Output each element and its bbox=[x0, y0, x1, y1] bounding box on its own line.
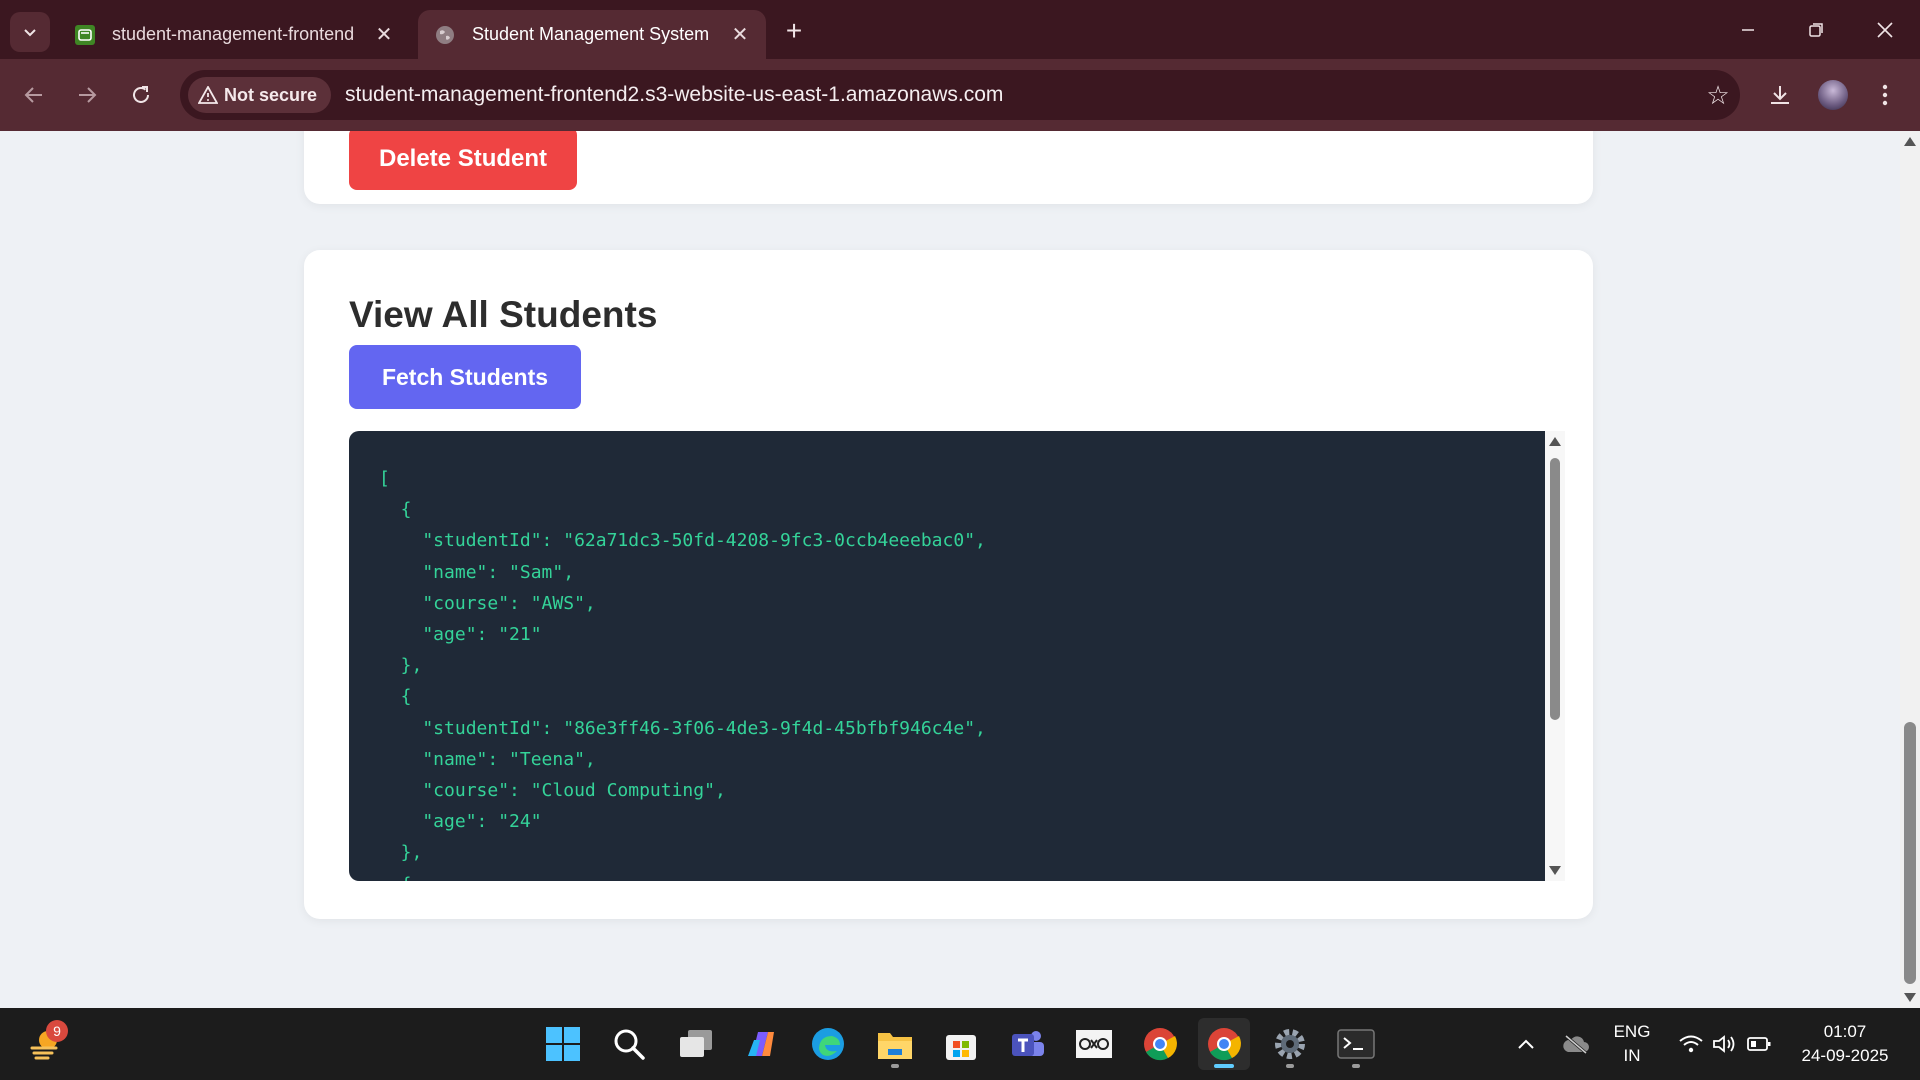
profile-button[interactable] bbox=[1813, 75, 1853, 115]
json-output-panel[interactable]: [ { "studentId": "62a71dc3-50fd-4208-9fc… bbox=[349, 431, 1545, 881]
security-indicator[interactable]: Not secure bbox=[188, 77, 332, 113]
restore-icon bbox=[1809, 23, 1823, 37]
downloads-button[interactable] bbox=[1760, 75, 1800, 115]
reload-icon bbox=[133, 86, 149, 103]
chrome-active-button[interactable] bbox=[1198, 1018, 1250, 1070]
security-label: Not secure bbox=[224, 84, 318, 105]
arrow-right-icon bbox=[79, 87, 97, 103]
chrome-icon bbox=[1208, 1028, 1241, 1061]
address-bar[interactable]: Not secure student-management-frontend2.… bbox=[180, 70, 1740, 120]
browser-tab-strip: student-management-frontend ✕ Student Ma… bbox=[0, 0, 1920, 59]
terminal-button[interactable] bbox=[1330, 1018, 1382, 1070]
chrome-icon bbox=[1144, 1028, 1177, 1061]
browser-toolbar: Not secure student-management-frontend2.… bbox=[0, 59, 1920, 131]
view-students-card: View All Students Fetch Students [ { "st… bbox=[304, 250, 1593, 919]
chevron-up-icon bbox=[1518, 1039, 1534, 1049]
close-icon bbox=[1877, 22, 1893, 38]
tab-search-button[interactable] bbox=[10, 12, 50, 52]
windows-logo-icon bbox=[546, 1027, 580, 1061]
url-text[interactable]: student-management-frontend2.s3-website-… bbox=[345, 83, 1696, 107]
back-button[interactable] bbox=[14, 75, 54, 115]
aws-s3-favicon-icon bbox=[75, 24, 95, 45]
copilot-button[interactable] bbox=[736, 1018, 788, 1070]
task-view-button[interactable] bbox=[670, 1018, 722, 1070]
clock-time: 01:07 bbox=[1823, 1022, 1867, 1041]
running-indicator bbox=[1352, 1064, 1360, 1068]
delete-student-card: Delete Student bbox=[304, 131, 1593, 204]
running-indicator bbox=[891, 1064, 899, 1068]
terminal-icon bbox=[1337, 1029, 1375, 1059]
region-code: IN bbox=[1623, 1046, 1641, 1065]
folder-icon bbox=[878, 1033, 912, 1059]
volume-icon bbox=[1713, 1035, 1735, 1053]
minimize-icon bbox=[1742, 29, 1754, 31]
arrow-left-icon bbox=[24, 87, 42, 103]
copilot-icon bbox=[748, 1032, 774, 1056]
onedrive-button[interactable] bbox=[1555, 1008, 1597, 1080]
clock[interactable]: 01:07 24-09-2025 bbox=[1790, 1008, 1900, 1080]
start-button[interactable] bbox=[537, 1018, 589, 1070]
microsoft-store-button[interactable] bbox=[935, 1018, 987, 1070]
scroll-up-arrow-icon[interactable] bbox=[1904, 137, 1916, 146]
tab-title: Student Management System bbox=[472, 24, 710, 44]
close-icon[interactable]: ✕ bbox=[730, 22, 750, 47]
running-indicator bbox=[1214, 1064, 1234, 1068]
page-viewport: Delete Student View All Students Fetch S… bbox=[0, 131, 1900, 1008]
page-scrollbar[interactable] bbox=[1900, 131, 1920, 1008]
edge-button[interactable] bbox=[802, 1018, 854, 1070]
gear-icon bbox=[1275, 1029, 1305, 1059]
chrome-button[interactable] bbox=[1134, 1018, 1186, 1070]
app-logo-icon bbox=[1076, 1030, 1112, 1058]
running-indicator bbox=[1286, 1064, 1294, 1068]
delete-student-button[interactable]: Delete Student bbox=[349, 131, 577, 190]
warning-icon bbox=[198, 86, 218, 104]
file-explorer-button[interactable] bbox=[869, 1018, 921, 1070]
chevron-down-icon bbox=[24, 29, 36, 37]
scrollbar-thumb[interactable] bbox=[1550, 458, 1560, 720]
download-icon bbox=[1771, 86, 1789, 104]
fetch-students-button[interactable]: Fetch Students bbox=[349, 345, 581, 409]
scroll-down-arrow-icon[interactable] bbox=[1904, 993, 1916, 1002]
language-code: ENG bbox=[1613, 1022, 1651, 1041]
restore-button[interactable] bbox=[1786, 10, 1846, 50]
tab-student-management-system[interactable]: Student Management System ✕ bbox=[418, 10, 766, 59]
edge-icon bbox=[812, 1028, 844, 1060]
tab-title: student-management-frontend bbox=[112, 24, 355, 44]
scroll-down-arrow-icon[interactable] bbox=[1549, 866, 1561, 875]
settings-button[interactable] bbox=[1264, 1018, 1316, 1070]
avatar bbox=[1818, 80, 1848, 110]
minimize-button[interactable] bbox=[1718, 10, 1778, 50]
notification-badge: 9 bbox=[46, 1020, 68, 1042]
browser-menu-button[interactable] bbox=[1867, 75, 1903, 115]
output-scrollbar[interactable] bbox=[1545, 431, 1565, 881]
globe-icon bbox=[436, 25, 454, 44]
reload-button[interactable] bbox=[121, 75, 161, 115]
language-indicator[interactable]: ENG IN bbox=[1604, 1008, 1660, 1080]
teams-button[interactable] bbox=[1001, 1018, 1053, 1070]
bookmark-star-icon[interactable]: ☆ bbox=[1696, 80, 1740, 111]
window-close-button[interactable] bbox=[1855, 10, 1915, 50]
show-hidden-icons-button[interactable] bbox=[1508, 1008, 1544, 1080]
scroll-up-arrow-icon[interactable] bbox=[1549, 437, 1561, 446]
quick-settings-button[interactable] bbox=[1670, 1008, 1780, 1080]
task-view-icon bbox=[680, 1030, 712, 1057]
scrollbar-thumb[interactable] bbox=[1904, 722, 1916, 984]
teams-icon bbox=[1012, 1031, 1044, 1056]
battery-icon bbox=[1747, 1037, 1771, 1051]
cloud-offline-icon bbox=[1563, 1034, 1589, 1054]
more-vertical-icon bbox=[1882, 84, 1888, 106]
close-icon[interactable]: ✕ bbox=[374, 22, 394, 47]
store-icon bbox=[946, 1035, 976, 1060]
search-button[interactable] bbox=[603, 1018, 655, 1070]
clock-date: 24-09-2025 bbox=[1801, 1046, 1889, 1065]
json-output-text: [ { "studentId": "62a71dc3-50fd-4208-9fc… bbox=[379, 468, 986, 881]
forward-button[interactable] bbox=[67, 75, 107, 115]
app-button[interactable] bbox=[1068, 1018, 1120, 1070]
new-tab-button[interactable]: + bbox=[776, 14, 812, 50]
search-icon bbox=[614, 1029, 645, 1060]
wifi-icon bbox=[1679, 1035, 1703, 1053]
tab-student-management-frontend[interactable]: student-management-frontend ✕ bbox=[58, 10, 410, 59]
section-title: View All Students bbox=[349, 294, 658, 335]
